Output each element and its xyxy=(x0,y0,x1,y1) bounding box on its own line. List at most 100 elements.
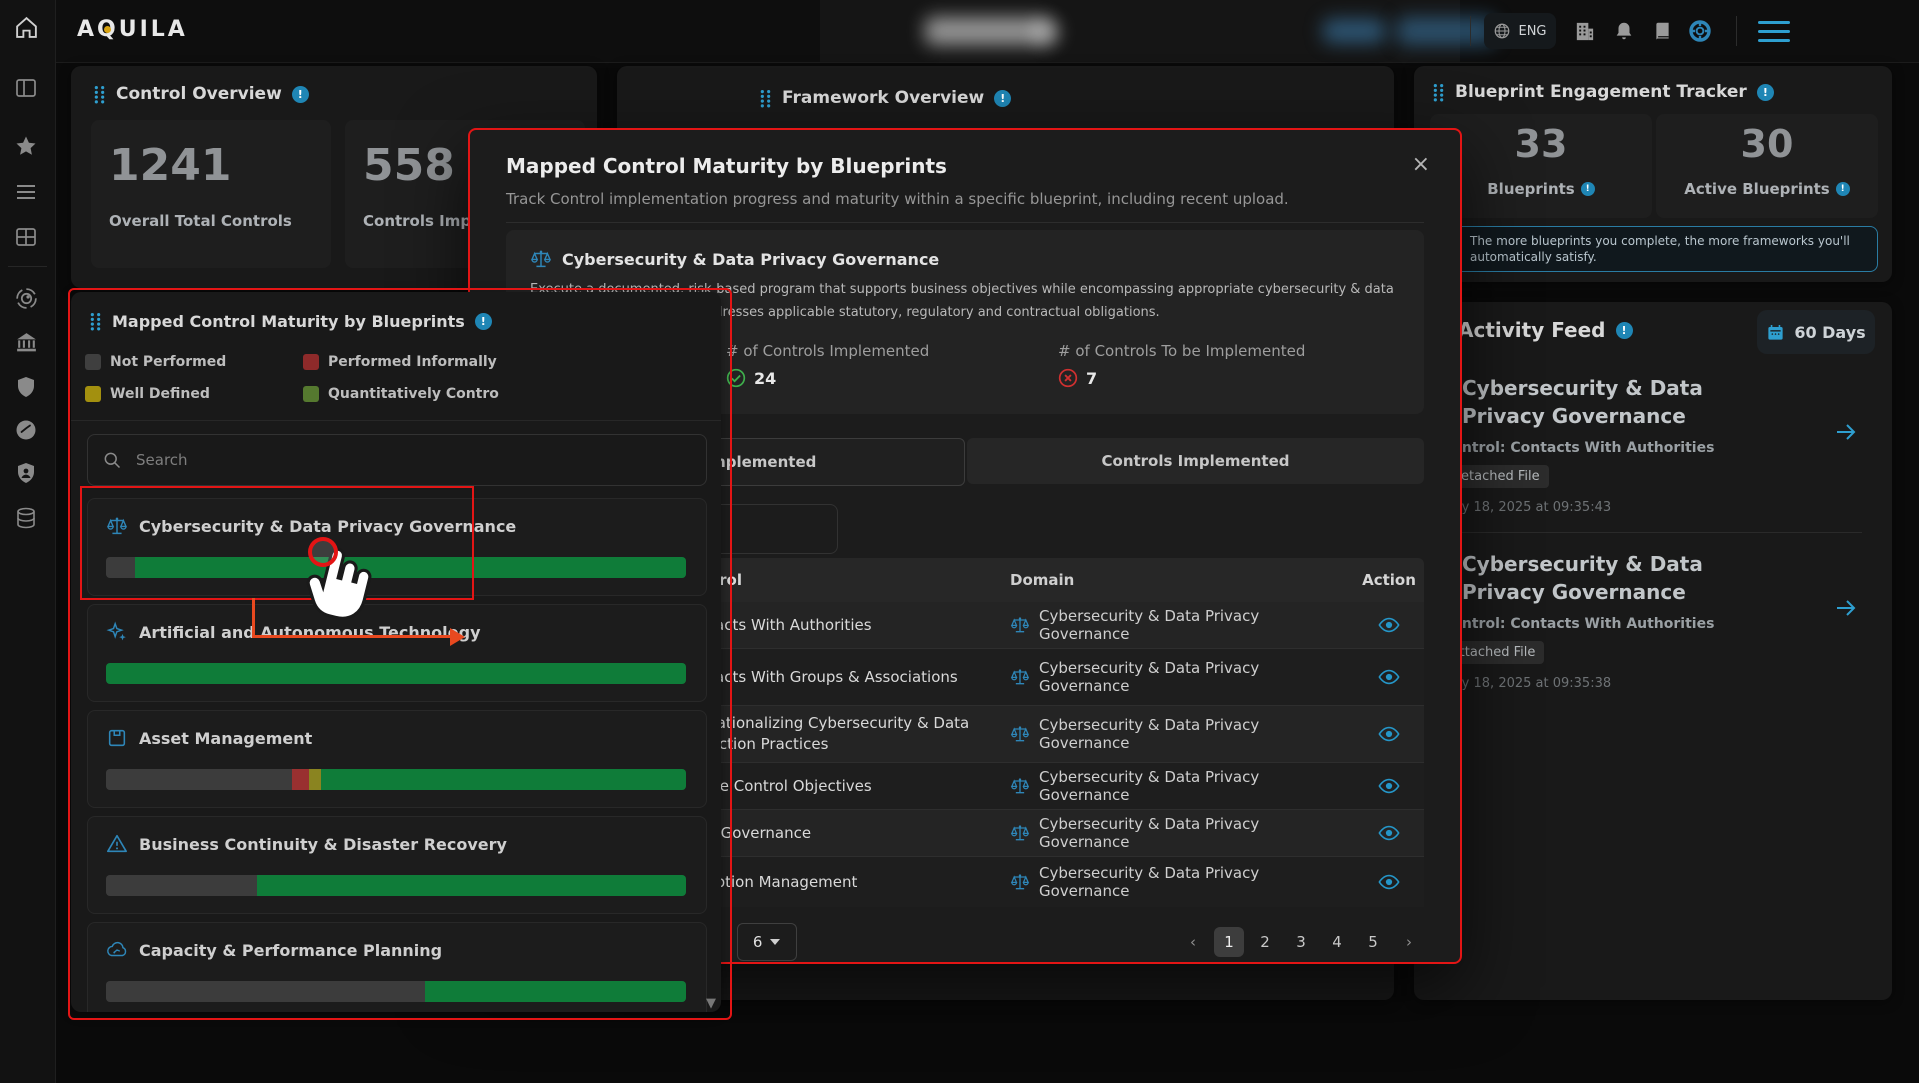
sidebar-identity-shield-icon[interactable] xyxy=(14,461,38,485)
stat-label: Overall Total Controls xyxy=(109,212,292,230)
header-domain[interactable]: Domain xyxy=(1010,571,1354,589)
cell-domain: Cybersecurity & Data Privacy Governance xyxy=(1039,768,1354,804)
sidebar-divider xyxy=(8,266,47,267)
page-button-4[interactable]: 4 xyxy=(1322,927,1352,957)
page-button-5[interactable]: 5 xyxy=(1358,927,1388,957)
sidebar-list-menu-icon[interactable] xyxy=(14,180,38,204)
cell-domain: Cybersecurity & Data Privacy Governance xyxy=(1039,864,1354,900)
redacted-icon-blob xyxy=(1035,20,1059,44)
sidebar-institution-icon[interactable] xyxy=(14,330,39,355)
globe-icon xyxy=(1493,22,1511,40)
legend-well-defined: Well Defined xyxy=(85,386,210,402)
blueprint-item-capacity-planning[interactable]: Capacity & Performance Planning xyxy=(87,922,707,1012)
modal-title: Mapped Control Maturity by Blueprints xyxy=(506,154,947,178)
view-eye-icon[interactable] xyxy=(1378,666,1400,688)
open-activity-arrow-icon[interactable] xyxy=(1834,596,1858,620)
header-action[interactable]: Action xyxy=(1354,571,1424,589)
info-icon[interactable] xyxy=(1757,84,1774,101)
view-eye-icon[interactable] xyxy=(1378,723,1400,745)
organization-icon[interactable] xyxy=(1573,20,1596,43)
view-eye-icon[interactable] xyxy=(1378,775,1400,797)
sidebar-home-icon[interactable] xyxy=(14,15,39,40)
click-ring xyxy=(310,539,336,565)
view-eye-icon[interactable] xyxy=(1378,614,1400,636)
maturity-bar[interactable] xyxy=(106,663,686,684)
prev-page-button[interactable]: ‹ xyxy=(1178,927,1208,957)
activity-timestamp: July 18, 2025 at 09:35:38 xyxy=(1446,676,1611,691)
widget-divider xyxy=(71,420,721,421)
sidebar-database-icon[interactable] xyxy=(14,506,38,530)
legend-swatch xyxy=(85,354,101,370)
blueprint-item-label: Capacity & Performance Planning xyxy=(139,941,442,960)
modal-divider xyxy=(506,222,1424,223)
view-eye-icon[interactable] xyxy=(1378,822,1400,844)
view-eye-icon[interactable] xyxy=(1378,871,1400,893)
maturity-bar[interactable] xyxy=(106,769,686,790)
blueprint-item-label: Business Continuity & Disaster Recovery xyxy=(139,835,507,854)
page-button-3[interactable]: 3 xyxy=(1286,927,1316,957)
page-button-2[interactable]: 2 xyxy=(1250,927,1280,957)
widget-search-input[interactable] xyxy=(134,450,692,470)
drag-handle-icon[interactable] xyxy=(1432,83,1445,102)
activity-divider xyxy=(1444,532,1862,533)
stat-value: 24 xyxy=(726,368,776,388)
stat-tile-active-blueprints: 30 Active Blueprints xyxy=(1656,114,1878,218)
banner-text: The more blueprints you complete, the mo… xyxy=(1470,233,1865,265)
legend-quantitatively-controlled: Quantitatively Contro xyxy=(303,386,499,402)
sidebar-dashboard-grid-icon[interactable] xyxy=(14,225,38,249)
sidebar-panels-icon[interactable] xyxy=(14,76,38,100)
tab-controls-implemented[interactable]: Controls Implemented xyxy=(967,438,1424,484)
open-activity-arrow-icon[interactable] xyxy=(1834,420,1858,444)
mapped-maturity-widget: Mapped Control Maturity by Blueprints No… xyxy=(71,292,721,1012)
info-icon[interactable] xyxy=(475,313,492,330)
drag-handle-icon[interactable] xyxy=(89,312,102,331)
page-size-select[interactable]: 6 xyxy=(737,923,797,961)
info-icon[interactable] xyxy=(292,86,309,103)
info-icon[interactable] xyxy=(1616,322,1633,339)
app-logo[interactable]: AQUILAAQUILA xyxy=(77,17,188,42)
info-icon[interactable] xyxy=(1836,182,1850,196)
pagination: ‹ 1 2 3 4 5 › xyxy=(1178,927,1424,957)
sidebar xyxy=(0,0,56,1083)
range-60-days-button[interactable]: 60 Days xyxy=(1757,310,1875,354)
topbar-divider-2 xyxy=(1736,16,1737,46)
info-icon[interactable] xyxy=(994,90,1011,107)
sidebar-target-icon[interactable] xyxy=(14,286,39,311)
scales-icon xyxy=(1010,872,1030,892)
sidebar-shield-icon[interactable] xyxy=(14,375,38,399)
redacted-blue-blob-2 xyxy=(1397,17,1495,45)
blueprint-item-business-continuity[interactable]: Business Continuity & Disaster Recovery xyxy=(87,816,707,914)
scroll-down-chevron-icon[interactable]: ▼ xyxy=(706,996,716,1011)
drag-handle-icon[interactable] xyxy=(759,89,772,108)
info-icon[interactable] xyxy=(1581,182,1595,196)
header-control[interactable]: Control xyxy=(680,570,1010,591)
drag-handle-icon[interactable] xyxy=(93,85,106,104)
blueprint-info-banner: The more blueprints you complete, the mo… xyxy=(1430,226,1878,272)
card-title: Control Overview xyxy=(116,84,282,104)
page-size-value: 6 xyxy=(753,933,763,951)
chevron-down-icon xyxy=(770,939,780,945)
cross-circle-icon xyxy=(1058,368,1078,388)
docs-book-icon[interactable] xyxy=(1652,21,1673,42)
language-selector[interactable]: ENG xyxy=(1484,13,1556,49)
notifications-bell-icon[interactable] xyxy=(1613,20,1635,42)
stat-label: Active Blueprints xyxy=(1684,180,1829,198)
sidebar-favorites-star-icon[interactable] xyxy=(14,134,38,158)
blueprint-item-asset-management[interactable]: Asset Management xyxy=(87,710,707,808)
scales-icon xyxy=(530,248,552,270)
card-title: Blueprint Engagement Tracker xyxy=(1455,82,1747,102)
scales-icon xyxy=(1010,724,1030,744)
next-page-button[interactable]: › xyxy=(1394,927,1424,957)
help-buoy-icon[interactable] xyxy=(1688,19,1712,43)
widget-search[interactable] xyxy=(87,434,707,486)
modal-subtitle: Track Control implementation progress an… xyxy=(506,190,1289,208)
menu-toggle-button[interactable] xyxy=(1758,21,1790,48)
maturity-bar[interactable] xyxy=(106,875,686,896)
activity-feed-card: Activity Feed 60 Days Cybersecurity & Da… xyxy=(1414,302,1892,1000)
close-icon[interactable]: × xyxy=(1412,152,1430,177)
sidebar-gauge-icon[interactable] xyxy=(14,418,38,442)
topnav-redacted-area xyxy=(820,0,1460,62)
widget-title: Mapped Control Maturity by Blueprints xyxy=(112,312,465,331)
page-button-1[interactable]: 1 xyxy=(1214,927,1244,957)
maturity-bar[interactable] xyxy=(106,981,686,1002)
